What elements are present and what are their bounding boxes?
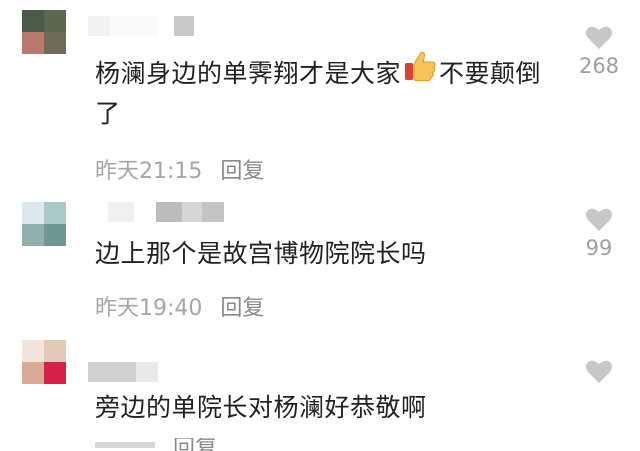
like-button[interactable]: 268 — [576, 24, 622, 78]
avatar[interactable] — [22, 340, 66, 384]
heart-icon — [585, 26, 613, 49]
timestamp: 昨天19:40 — [95, 296, 203, 321]
heart-icon — [585, 208, 613, 231]
like-count: 99 — [585, 236, 613, 260]
reply-button[interactable]: 回复 — [173, 438, 217, 451]
reply-button[interactable]: 回复 — [220, 153, 264, 185]
username-blurred[interactable] — [88, 362, 176, 382]
comment-text: 杨澜身边的单霁翔才是大家 不要颠倒了 — [95, 51, 555, 134]
like-button[interactable] — [576, 358, 622, 388]
like-count: 268 — [578, 54, 620, 78]
thumbs-up-icon — [403, 50, 437, 94]
comment-text: 旁边的单院长对杨澜好恭敬啊 — [95, 393, 427, 422]
like-button[interactable]: 99 — [576, 206, 622, 260]
timestamp — [95, 442, 155, 448]
avatar[interactable] — [22, 202, 66, 246]
comment-meta: 回复 — [95, 438, 217, 451]
username-blurred[interactable] — [88, 16, 194, 36]
comment-meta: 昨天21:15 回复 — [95, 153, 264, 185]
avatar[interactable] — [22, 10, 66, 54]
timestamp: 昨天21:15 — [95, 159, 203, 184]
username-blurred[interactable] — [108, 202, 224, 222]
reply-button[interactable]: 回复 — [220, 290, 264, 322]
comment-meta: 昨天19:40 回复 — [95, 290, 264, 322]
heart-icon — [585, 360, 613, 383]
comment-text: 边上那个是故宫博物院院长吗 — [95, 239, 427, 268]
